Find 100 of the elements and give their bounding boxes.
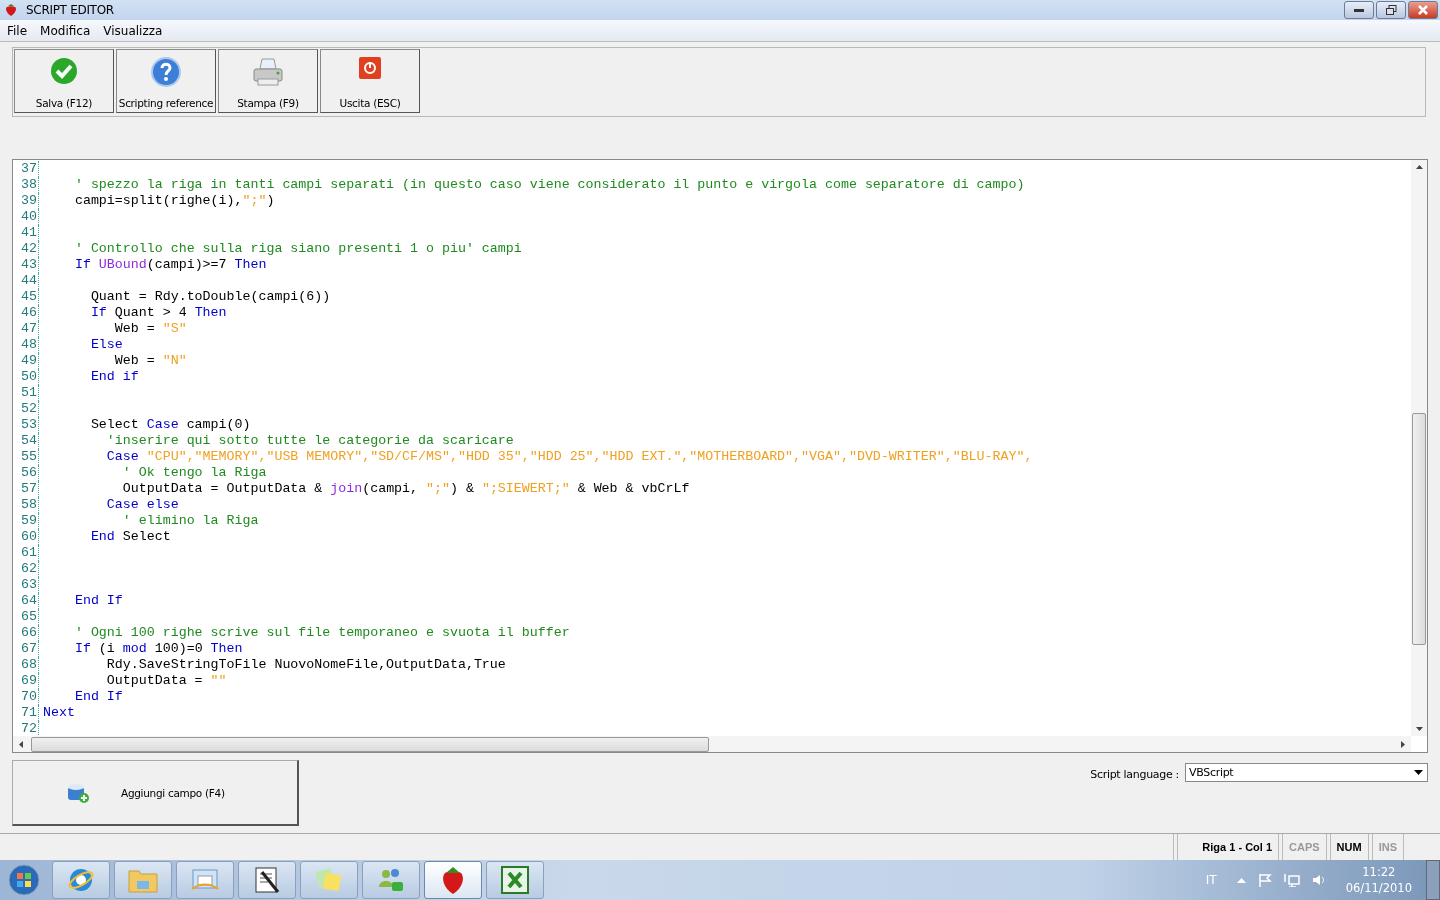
code-line: If UBound(campi)>=7 Then [73, 257, 267, 274]
code-line: ' spezzo la riga in tanti campi separati (in questo caso viene considerato il punto e virgola come separatore di campo) [73, 177, 1025, 194]
toolbar-button[interactable]: Salva (F12) [14, 49, 114, 114]
line-number: 70 [13, 689, 39, 706]
line-number: 68 [13, 657, 39, 674]
line-number: 71 [13, 705, 39, 722]
code-line: OutputData = "" [105, 673, 227, 690]
restore-icon [1385, 4, 1397, 15]
toolbar-button[interactable]: Uscita (ESC) [320, 49, 420, 114]
line-number: 64 [13, 593, 39, 610]
code-line: campi=split(righe(i),";") [73, 193, 275, 210]
windows-logo-icon [8, 864, 40, 896]
close-button[interactable] [1408, 0, 1438, 19]
network-icon[interactable] [1283, 873, 1300, 887]
line-number: 54 [13, 433, 39, 450]
scroll-right-icon[interactable] [1401, 740, 1405, 748]
dropdown-arrow-icon [1414, 770, 1423, 776]
code-line: Web = "N" [113, 353, 187, 370]
speaker-icon[interactable] [1311, 873, 1326, 887]
line-number: 50 [13, 369, 39, 386]
add-field-button[interactable]: Aggiungi campo (F4) [12, 760, 299, 827]
show-desktop-button[interactable] [1426, 860, 1440, 900]
script-language-label: Script language : [1090, 768, 1179, 782]
scroll-down-icon[interactable] [1415, 727, 1423, 732]
code-line: Quant = Rdy.toDouble(campi(6)) [89, 289, 331, 306]
strawberry-icon [440, 865, 466, 895]
code-line: ' elimino la Riga [121, 513, 259, 530]
line-number: 40 [13, 209, 39, 226]
strawberry-icon [4, 2, 18, 17]
line-number: 48 [13, 337, 39, 354]
line-number: 51 [13, 385, 39, 402]
line-number: 58 [13, 497, 39, 514]
code-line: End If [73, 689, 123, 706]
code-line: End Select [89, 529, 171, 546]
script-language-dropdown[interactable]: VBScript [1185, 763, 1428, 783]
help-icon [151, 57, 181, 88]
toolbar-button[interactable]: Stampa (F9) [218, 49, 318, 114]
line-number: 46 [13, 305, 39, 322]
line-number: 43 [13, 257, 39, 274]
toolbar-button[interactable]: Scripting reference [116, 49, 216, 114]
line-number: 61 [13, 545, 39, 562]
code-line: Rdy.SaveStringToFile NuovoNomeFile,OutputData,True [105, 657, 506, 674]
line-number: 62 [13, 561, 39, 578]
line-number: 55 [13, 449, 39, 466]
sticky-notes-icon [314, 867, 344, 893]
line-number: 38 [13, 177, 39, 194]
code-line: Web = "S" [113, 321, 187, 338]
spreadsheet-x-icon [501, 866, 529, 894]
database-add-icon [66, 781, 90, 804]
code-line: OutputData = OutputData & join(campi, ";") & ";SIEWERT;" & Web & vbCrLf [121, 481, 690, 498]
vertical-scrollbar[interactable] [1411, 160, 1427, 737]
line-number: 67 [13, 641, 39, 658]
scroll-left-icon[interactable] [19, 740, 23, 748]
taskbar-app-button[interactable] [238, 861, 296, 899]
people-icon [376, 867, 406, 893]
folder-icon [128, 867, 158, 893]
flag-icon[interactable] [1257, 873, 1272, 887]
line-number: 56 [13, 465, 39, 482]
minimize-icon [1354, 7, 1364, 12]
line-number: 39 [13, 193, 39, 210]
line-number: 52 [13, 401, 39, 418]
line-number: 60 [13, 529, 39, 546]
code-line: 'inserire qui sotto tutte le categorie da scaricare [105, 433, 514, 450]
code-line: If (i mod 100)=0 Then [73, 641, 243, 658]
checkmark-icon [50, 57, 78, 86]
close-icon [1417, 4, 1429, 15]
menu-item[interactable]: Visualizza [103, 23, 163, 38]
line-number: 59 [13, 513, 39, 530]
restore-button[interactable] [1376, 0, 1406, 19]
code-line: Case else [105, 497, 179, 514]
power-icon [359, 57, 381, 80]
line-number: 69 [13, 673, 39, 690]
chevron-up-icon[interactable] [1236, 877, 1246, 883]
line-number: 49 [13, 353, 39, 370]
code-line: Next [43, 705, 75, 722]
code-line: If Quant > 4 Then [89, 305, 227, 322]
code-line: End If [73, 593, 123, 610]
printer-icon [252, 57, 284, 88]
minimize-button[interactable] [1344, 0, 1374, 19]
line-number: 63 [13, 577, 39, 594]
line-number: 53 [13, 417, 39, 434]
line-number: 66 [13, 625, 39, 642]
line-number: 37 [13, 161, 39, 178]
line-number: 41 [13, 225, 39, 242]
menu-item[interactable]: Modifica [40, 23, 91, 38]
code-line: ' Ogni 100 righe scrive sul file temporaneo e svuota il buffer [73, 625, 570, 642]
line-number: 57 [13, 481, 39, 498]
code-line: ' Controllo che sulla riga siano presenti 1 o piu' campi [73, 241, 522, 258]
scroll-up-icon[interactable] [1415, 165, 1423, 170]
window-title: SCRIPT EDITOR [26, 2, 114, 17]
horizontal-scrollbar[interactable] [13, 736, 1411, 753]
line-number: 45 [13, 289, 39, 306]
menu-item[interactable]: File [7, 23, 28, 38]
line-number: 47 [13, 321, 39, 338]
code-line: ' Ok tengo la Riga [121, 465, 267, 482]
code-line: Select Case campi(0) [89, 417, 251, 434]
line-number: 44 [13, 273, 39, 290]
code-line: End if [89, 369, 139, 386]
browser-e-icon [67, 866, 95, 894]
line-number: 65 [13, 609, 39, 626]
